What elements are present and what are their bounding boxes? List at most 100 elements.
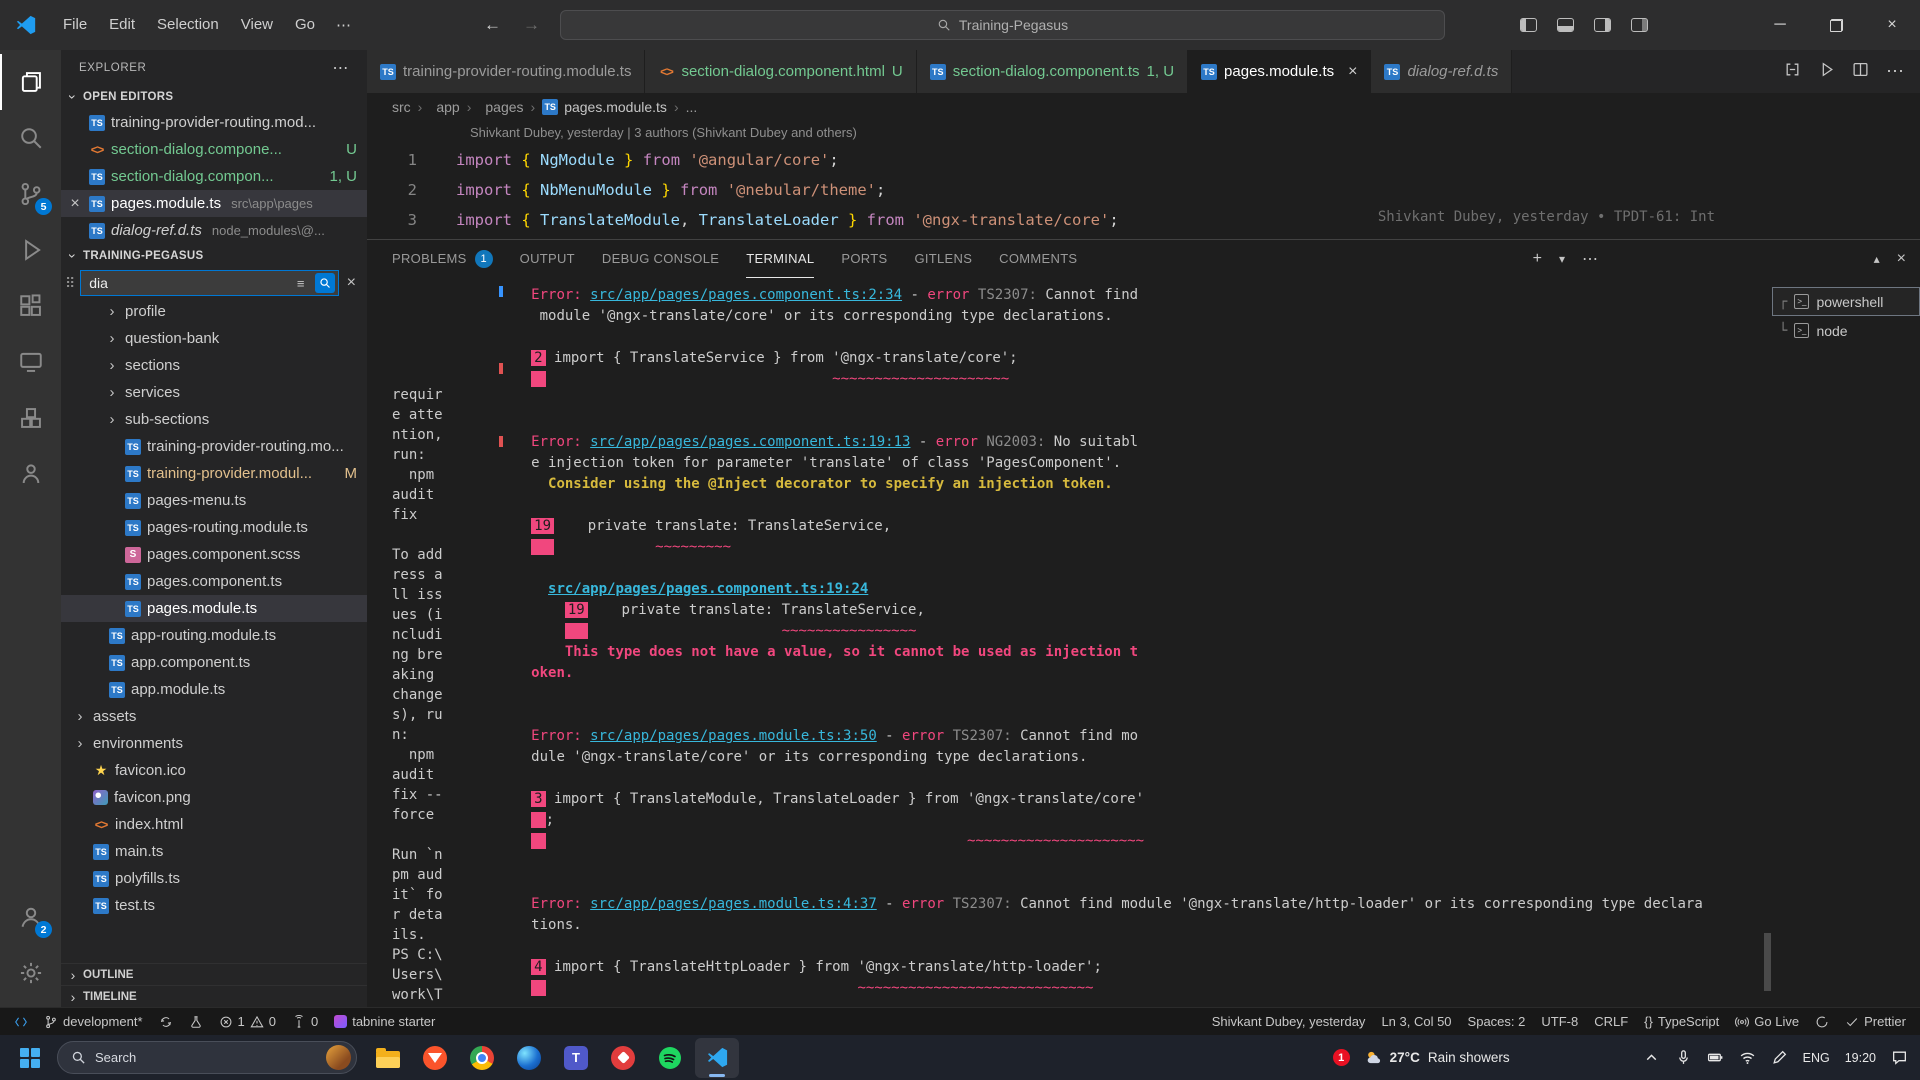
history-back-icon[interactable]: ← <box>484 0 501 50</box>
extensions-icon[interactable] <box>0 278 61 334</box>
tree-item[interactable]: TS pages-menu.ts <box>61 487 367 514</box>
problems[interactable]: 10 <box>211 1008 284 1035</box>
open-editor-item[interactable]: TS dialog-ref.d.ts node_modules\@... <box>61 217 367 244</box>
menu-overflow[interactable]: ⋯ <box>326 16 361 34</box>
code-editor[interactable]: Shivkant Dubey, yesterday | 3 authors (S… <box>367 121 1920 239</box>
open-editor-item[interactable]: TS training-provider-routing.mod... <box>61 109 367 136</box>
containers-icon[interactable] <box>0 390 61 446</box>
tree-item[interactable]: TS training-provider.modul... M <box>61 460 367 487</box>
notifications-icon[interactable] <box>1891 1049 1908 1066</box>
tree-item[interactable]: TS app.module.ts <box>61 676 367 703</box>
editor-tab[interactable]: TS dialog-ref.d.ts <box>1371 50 1513 93</box>
editor-tab[interactable]: TS pages.module.ts × <box>1188 50 1372 93</box>
eol[interactable]: CRLF <box>1586 1008 1636 1035</box>
panel-tab-gitlens[interactable]: GITLENS <box>914 240 972 278</box>
pen-icon[interactable] <box>1771 1049 1788 1066</box>
test-beaker[interactable] <box>181 1008 211 1035</box>
hidden-icons-chevron-icon[interactable] <box>1643 1049 1660 1066</box>
open-editor-item[interactable]: <> section-dialog.compone... U <box>61 136 367 163</box>
vscode-icon[interactable] <box>695 1037 739 1078</box>
notification-badge[interactable]: 1 <box>1332 1049 1350 1066</box>
terminal-pane-node[interactable]: Error: src/app/pages/pages.component.ts:… <box>531 285 1762 1007</box>
weather-widget[interactable]: 27°C Rain showers <box>1365 1049 1510 1066</box>
run-debug-icon[interactable] <box>0 222 61 278</box>
editor-tab[interactable]: TS training-provider-routing.module.ts <box>367 50 646 93</box>
microphone-icon[interactable] <box>1675 1049 1692 1066</box>
teams-icon[interactable]: T <box>554 1038 598 1078</box>
maximize-panel-icon[interactable]: ▴ <box>1874 252 1880 266</box>
open-editor-item[interactable]: × TS pages.module.ts src\app\pages <box>61 190 367 217</box>
tree-filter-input[interactable]: dia ≡ <box>80 270 339 296</box>
chrome-beta-icon[interactable] <box>507 1038 551 1078</box>
views-more-actions-icon[interactable]: ⋯ <box>332 58 349 78</box>
spotify-icon[interactable] <box>648 1038 692 1078</box>
chrome-icon[interactable] <box>460 1038 504 1078</box>
tree-item[interactable]: favicon.png <box>61 784 367 811</box>
tree-item[interactable]: <> index.html <box>61 811 367 838</box>
loading[interactable] <box>1807 1008 1837 1035</box>
tree-item[interactable]: › assets <box>61 703 367 730</box>
open-editor-item[interactable]: TS section-dialog.compon... 1, U <box>61 163 367 190</box>
breadcrumb-item[interactable]: pages <box>485 99 523 115</box>
brave-icon[interactable] <box>413 1038 457 1078</box>
settings-icon[interactable] <box>0 945 61 1001</box>
terminal-tab-node[interactable]: └ >_ node <box>1772 316 1920 345</box>
panel-tab-problems[interactable]: PROBLEMS 1 <box>392 240 493 278</box>
language-indicator[interactable]: ENG <box>1803 1051 1830 1065</box>
breadcrumb-item[interactable]: app <box>436 99 459 115</box>
fuzzy-match-icon[interactable] <box>314 273 335 293</box>
tree-item[interactable]: TS app.component.ts <box>61 649 367 676</box>
breadcrumb-item[interactable]: src <box>392 99 411 115</box>
wifi-icon[interactable] <box>1739 1049 1756 1066</box>
app-red-icon[interactable] <box>601 1038 645 1078</box>
start-button-icon[interactable] <box>20 1047 40 1068</box>
panel-tab-comments[interactable]: COMMENTS <box>999 240 1077 278</box>
go-live[interactable]: Go Live <box>1727 1008 1807 1035</box>
source-control-icon[interactable]: 5 <box>0 166 61 222</box>
command-center[interactable]: Training-Pegasus <box>560 10 1445 40</box>
terminal-dropdown-icon[interactable]: ▾ <box>1559 252 1565 266</box>
customize-layout-icon[interactable] <box>1631 18 1648 32</box>
tree-item[interactable]: › sections <box>61 352 367 379</box>
file-explorer-icon[interactable] <box>366 1038 410 1078</box>
close-panel-icon[interactable]: × <box>1897 250 1906 268</box>
close-editor-icon[interactable]: × <box>67 195 83 213</box>
cursor-position[interactable]: Ln 3, Col 50 <box>1373 1008 1459 1035</box>
gitlens-blame[interactable]: Shivkant Dubey, yesterday <box>1204 1008 1374 1035</box>
breadcrumb-file[interactable]: TS pages.module.ts <box>542 99 667 115</box>
editor-tab[interactable]: <> section-dialog.component.html U <box>645 50 917 93</box>
more-actions-icon[interactable]: ⋯ <box>1886 61 1904 82</box>
outline-section[interactable]: › OUTLINE <box>61 963 367 985</box>
search-highlight-icon[interactable] <box>326 1045 351 1070</box>
run-file-icon[interactable] <box>1818 61 1835 83</box>
terminal-kebab-icon[interactable]: ⋯ <box>1582 249 1598 269</box>
editor-tab[interactable]: TS section-dialog.component.ts 1, U <box>916 50 1189 93</box>
split-editor-icon[interactable] <box>1852 61 1869 83</box>
prettier[interactable]: Prettier <box>1837 1008 1914 1035</box>
tree-item[interactable]: ★ favicon.ico <box>61 757 367 784</box>
codelens[interactable]: Shivkant Dubey, yesterday | 3 authors (S… <box>367 121 1920 145</box>
tree-item[interactable]: TS test.ts <box>61 892 367 919</box>
restore-icon[interactable] <box>1808 0 1864 50</box>
live-share-icon[interactable] <box>0 446 61 502</box>
terminal-view[interactable]: requir e atte ntion, run: npm audit fix To ad… <box>367 278 1920 1007</box>
radio-tower[interactable]: 0 <box>284 1008 326 1035</box>
explorer-icon[interactable] <box>0 54 61 110</box>
close-filter-icon[interactable]: × <box>344 274 359 292</box>
tree-item[interactable]: › profile <box>61 298 367 325</box>
menu-file[interactable]: File <box>52 0 98 50</box>
tree-item[interactable]: › question-bank <box>61 325 367 352</box>
remote-indicator[interactable] <box>6 1008 36 1035</box>
open-editors-header[interactable]: › OPEN EDITORS <box>61 85 367 109</box>
close-icon[interactable]: × <box>1864 0 1920 50</box>
toggle-primary-sidebar-icon[interactable] <box>1520 18 1537 32</box>
history-forward-icon[interactable]: → <box>523 0 540 50</box>
tree-item[interactable]: › environments <box>61 730 367 757</box>
menu-view[interactable]: View <box>230 0 284 50</box>
panel-tab-debug-console[interactable]: DEBUG CONSOLE <box>602 240 719 278</box>
battery-icon[interactable] <box>1707 1049 1724 1066</box>
terminal-scrollbar[interactable] <box>1762 285 1772 1007</box>
tree-item[interactable]: TS polyfills.ts <box>61 865 367 892</box>
sync-changes[interactable] <box>151 1008 181 1035</box>
breadcrumb[interactable]: src › app › pages › TS pages.module.ts ›... <box>367 93 1920 121</box>
